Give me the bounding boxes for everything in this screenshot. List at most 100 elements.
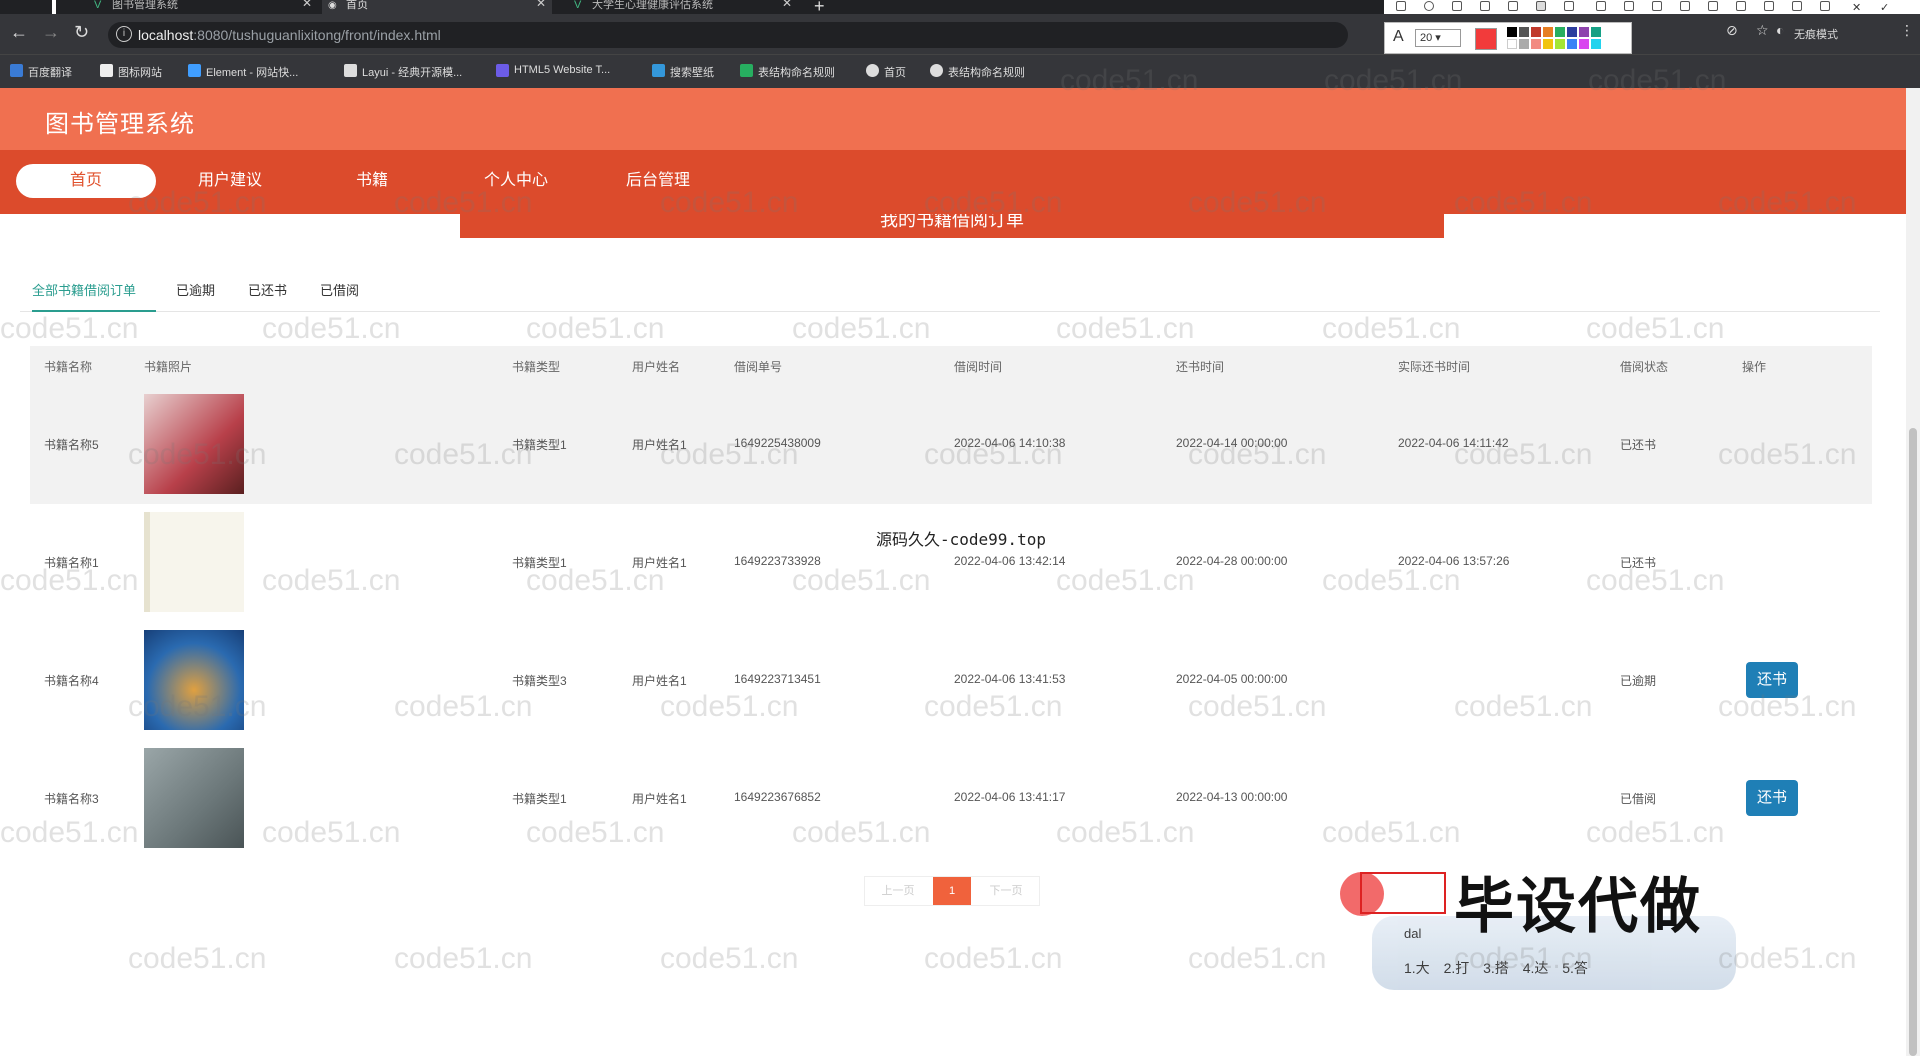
incognito-icon: ◐	[1776, 22, 1785, 38]
nav-home[interactable]: 首页	[16, 164, 156, 198]
url-bar[interactable]: i localhost:8080/tushuguanlixitong/front…	[108, 22, 1348, 48]
current-color-swatch[interactable]	[1475, 28, 1497, 50]
prev-page-button[interactable]: 上一页	[865, 877, 931, 905]
number-tool-icon[interactable]	[1564, 1, 1574, 11]
pen-tool-icon[interactable]	[1480, 1, 1490, 11]
color-swatch[interactable]	[1579, 39, 1589, 49]
col-actual-return: 实际还书时间	[1398, 360, 1471, 374]
return-book-button[interactable]: 还书	[1746, 780, 1798, 816]
globe-icon: ◉	[328, 0, 337, 11]
tab-borrowed[interactable]: 已借阅	[320, 280, 359, 312]
return-book-button[interactable]: 还书	[1746, 662, 1798, 698]
color-swatch[interactable]	[1591, 39, 1601, 49]
back-icon[interactable]: ←	[10, 22, 28, 43]
undo-icon[interactable]	[1596, 1, 1606, 11]
col-order-no: 借阅单号	[734, 360, 783, 374]
close-icon[interactable]: ✕	[782, 0, 792, 9]
scrollbar-thumb[interactable]	[1909, 428, 1917, 1056]
color-swatch[interactable]	[1543, 39, 1553, 49]
color-swatch[interactable]	[1567, 27, 1577, 37]
status-badge: 已还书	[1620, 556, 1657, 570]
color-swatch[interactable]	[1519, 39, 1529, 49]
forward-icon[interactable]: →	[42, 22, 60, 43]
page-1-button[interactable]: 1	[933, 877, 971, 905]
bookmark-item[interactable]: 百度翻译	[10, 64, 72, 80]
color-swatch[interactable]	[1567, 39, 1577, 49]
bookmark-icon	[188, 64, 201, 77]
url-text[interactable]: localhost:8080/tushuguanlixitong/front/i…	[138, 27, 441, 43]
color-swatch[interactable]	[1591, 27, 1601, 37]
watermark: code51.cn	[792, 312, 931, 345]
tab-library-system[interactable]: V 图书管理系统 ✕	[88, 0, 318, 14]
bookmark-item[interactable]: 搜索壁纸	[652, 64, 714, 80]
text-tool-icon[interactable]	[1536, 1, 1546, 11]
browser-menu-icon[interactable]: ●	[0, 0, 24, 14]
bookmark-item[interactable]: 表结构命名规则	[740, 64, 835, 80]
copy-icon[interactable]	[1652, 1, 1662, 11]
next-page-button[interactable]: 下一页	[973, 877, 1039, 905]
check-icon[interactable]: ✓	[1880, 1, 1890, 14]
vue-icon: V	[94, 0, 102, 11]
bookmark-item[interactable]: Layui - 经典开源模...	[344, 64, 462, 80]
bookmark-item[interactable]: HTML5 Website T...	[496, 64, 610, 77]
main-nav: 首页 用户建议 书籍 个人中心 后台管理	[0, 150, 1906, 214]
more-menu-icon[interactable]: ⋮	[1900, 22, 1914, 39]
bookmark-label: 搜索壁纸	[670, 67, 714, 79]
bookmark-icon	[930, 64, 943, 77]
bookmark-item[interactable]: Element - 网站快...	[188, 64, 298, 80]
reload-icon[interactable]: ↻	[74, 22, 89, 43]
nav-suggestions[interactable]: 用户建议	[160, 164, 300, 198]
color-swatch[interactable]	[1531, 39, 1541, 49]
close-icon[interactable]: ✕	[1852, 1, 1862, 14]
tab-label: 首页	[346, 0, 368, 11]
font-size-select[interactable]: 20 ▾	[1415, 29, 1461, 47]
user-name: 用户姓名1	[632, 792, 687, 806]
close-icon[interactable]: ✕	[302, 0, 312, 9]
mosaic-tool-icon[interactable]	[1508, 1, 1518, 11]
star-icon[interactable]	[1820, 1, 1830, 11]
page-scrollbar[interactable]	[1906, 88, 1920, 1056]
cut-icon[interactable]	[1624, 1, 1634, 11]
tab-returned[interactable]: 已还书	[248, 280, 287, 312]
nav-books[interactable]: 书籍	[302, 164, 442, 198]
source-watermark-text: 源码久久-code99.top	[876, 530, 1046, 549]
color-swatch[interactable]	[1555, 39, 1565, 49]
tab-label: 大学生心理健康评估系统	[592, 0, 713, 11]
tab-psych-system[interactable]: V 大学生心理健康评估系统 ✕	[568, 0, 798, 14]
pin-icon[interactable]	[1708, 1, 1718, 11]
tab-label: 图书管理系统	[112, 0, 178, 11]
color-swatch[interactable]	[1531, 27, 1541, 37]
bookmark-item[interactable]: 表结构命名规则	[930, 64, 1025, 80]
nav-admin[interactable]: 后台管理	[588, 164, 728, 198]
close-icon[interactable]: ✕	[536, 0, 546, 9]
info-icon[interactable]: i	[116, 26, 132, 42]
bookmark-item[interactable]: 首页	[866, 64, 906, 80]
bookmark-item[interactable]: 图标网站	[100, 64, 162, 80]
color-swatch[interactable]	[1543, 27, 1553, 37]
tab-overdue[interactable]: 已逾期	[176, 280, 215, 312]
tab-all-orders[interactable]: 全部书籍借阅订单	[32, 280, 156, 312]
ellipse-tool-icon[interactable]	[1424, 1, 1434, 11]
color-swatch[interactable]	[1519, 27, 1529, 37]
download-icon[interactable]	[1764, 1, 1774, 11]
font-icon: A	[1393, 28, 1404, 45]
order-no: 1649225438009	[734, 436, 821, 450]
watermark: code51.cn	[262, 312, 401, 345]
rect-tool-icon[interactable]	[1396, 1, 1406, 11]
record-icon[interactable]	[1736, 1, 1746, 11]
color-swatch[interactable]	[1507, 39, 1517, 49]
ime-candidates[interactable]: 1.大 2.打 3.搭 4.达 5.答	[1404, 958, 1588, 978]
tracking-off-icon[interactable]: ⊘	[1726, 22, 1738, 39]
borrow-time: 2022-04-06 13:41:17	[954, 790, 1066, 804]
arrow-tool-icon[interactable]	[1452, 1, 1462, 11]
color-swatch[interactable]	[1555, 27, 1565, 37]
tab-home[interactable]: ◉ 首页 ✕	[322, 0, 552, 14]
translate-icon[interactable]	[1680, 1, 1690, 11]
color-swatch[interactable]	[1579, 27, 1589, 37]
bookmark-star-icon[interactable]: ☆	[1756, 22, 1769, 39]
order-no: 1649223676852	[734, 790, 821, 804]
save-icon[interactable]	[1792, 1, 1802, 11]
nav-profile[interactable]: 个人中心	[446, 164, 586, 198]
text-input-box[interactable]	[1360, 872, 1446, 914]
color-swatch[interactable]	[1507, 27, 1517, 37]
